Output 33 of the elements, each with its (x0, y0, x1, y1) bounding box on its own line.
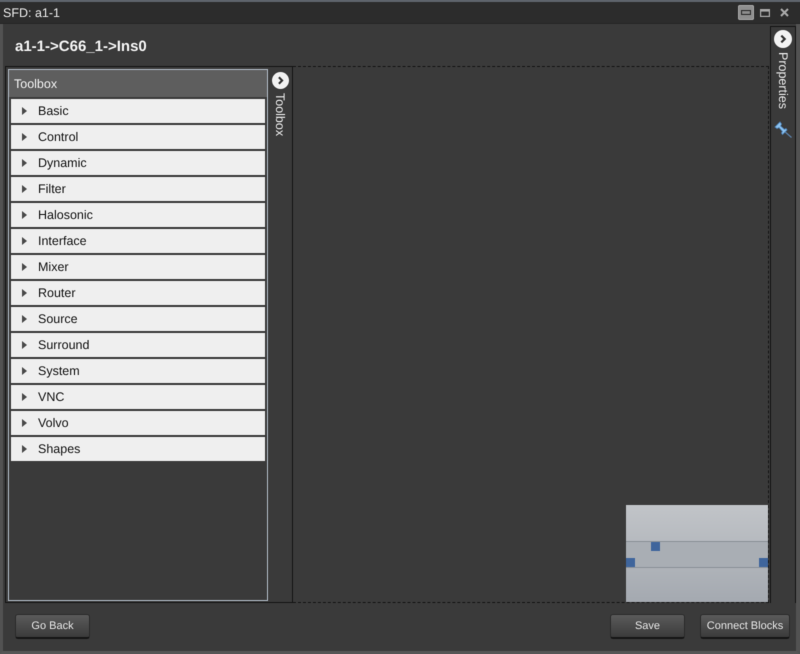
category-item[interactable]: Router (11, 281, 265, 305)
port-marker[interactable] (651, 542, 660, 551)
category-item[interactable]: Interface (11, 229, 265, 253)
breadcrumb-path: a1-1->C66_1->Ins0 (15, 38, 147, 54)
category-item[interactable]: Dynamic (11, 151, 265, 175)
category-item[interactable]: Basic (11, 99, 265, 123)
category-item[interactable]: Surround (11, 333, 265, 357)
category-item[interactable]: Source (11, 307, 265, 331)
category-item[interactable]: VNC (11, 385, 265, 409)
minimize-button[interactable] (738, 5, 754, 20)
close-icon (780, 8, 788, 17)
port-marker[interactable] (626, 558, 635, 567)
toolbox-side-tab[interactable]: Toolbox (273, 93, 287, 136)
category-item[interactable]: Shapes (11, 437, 265, 461)
connect-blocks-button[interactable]: Connect Blocks (700, 614, 790, 639)
category-item[interactable]: System (11, 359, 265, 383)
design-canvas[interactable] (293, 66, 769, 603)
properties-side-tab[interactable]: Properties (776, 52, 790, 109)
category-item[interactable]: Volvo (11, 411, 265, 435)
save-button[interactable]: Save (610, 614, 685, 639)
window-title: SFD: a1-1 (3, 6, 60, 20)
go-back-button[interactable]: Go Back (15, 614, 90, 639)
maximize-icon (760, 8, 770, 16)
toolbox-header: Toolbox (9, 70, 267, 97)
chevron-right-icon[interactable] (272, 72, 288, 89)
chevron-right-icon[interactable] (774, 30, 792, 48)
category-item[interactable]: Halosonic (11, 203, 265, 227)
category-item[interactable]: Filter (11, 177, 265, 201)
category-item[interactable]: Control (11, 125, 265, 149)
port-marker[interactable] (759, 558, 768, 567)
minimize-icon (741, 10, 751, 15)
pushpin-icon[interactable] (774, 120, 792, 138)
category-item[interactable]: Mixer (11, 255, 265, 279)
